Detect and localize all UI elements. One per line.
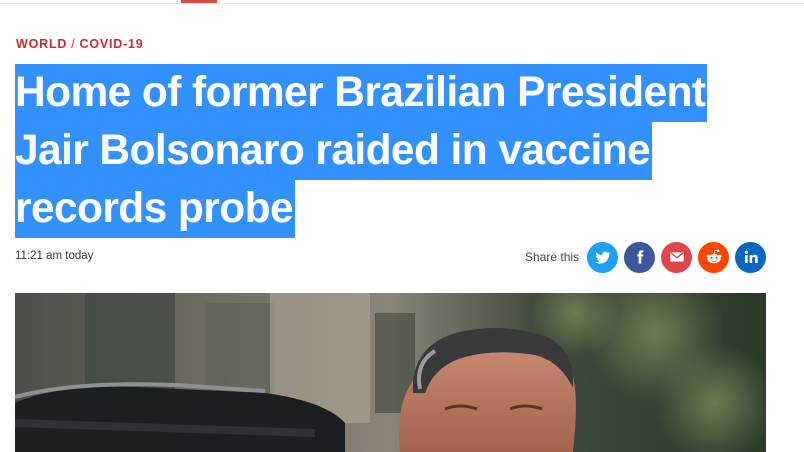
share-label: Share this bbox=[525, 250, 580, 264]
share-bar: Share this bbox=[525, 241, 767, 273]
article-hero-image bbox=[15, 293, 766, 452]
headline-line: Home of former Brazilian President bbox=[15, 64, 708, 122]
reddit-icon bbox=[706, 249, 722, 264]
email-icon bbox=[669, 252, 684, 262]
share-linkedin-button[interactable] bbox=[735, 241, 767, 273]
breadcrumb-separator: / bbox=[71, 37, 76, 51]
twitter-icon bbox=[594, 251, 611, 264]
breadcrumb: WORLD / COVID-19 bbox=[16, 37, 144, 51]
article-timestamp: 11:21 am today bbox=[15, 250, 94, 262]
nav-active-indicator bbox=[181, 0, 217, 3]
headline-line: Jair Bolsonaro raided in vaccine bbox=[15, 122, 653, 180]
share-reddit-button[interactable] bbox=[698, 241, 730, 273]
breadcrumb-world-link[interactable]: WORLD bbox=[16, 37, 67, 51]
share-facebook-button[interactable] bbox=[624, 241, 656, 273]
top-navigation-bar bbox=[0, 0, 804, 4]
breadcrumb-covid-link[interactable]: COVID-19 bbox=[80, 37, 144, 51]
article-headline: Home of former Brazilian President Jair … bbox=[15, 64, 775, 238]
facebook-icon bbox=[636, 250, 643, 264]
share-email-button[interactable] bbox=[661, 241, 693, 273]
headline-line: records probe bbox=[15, 180, 295, 238]
bolsonaro-photo bbox=[15, 293, 766, 452]
linkedin-icon bbox=[744, 250, 758, 263]
share-twitter-button[interactable] bbox=[587, 241, 619, 273]
